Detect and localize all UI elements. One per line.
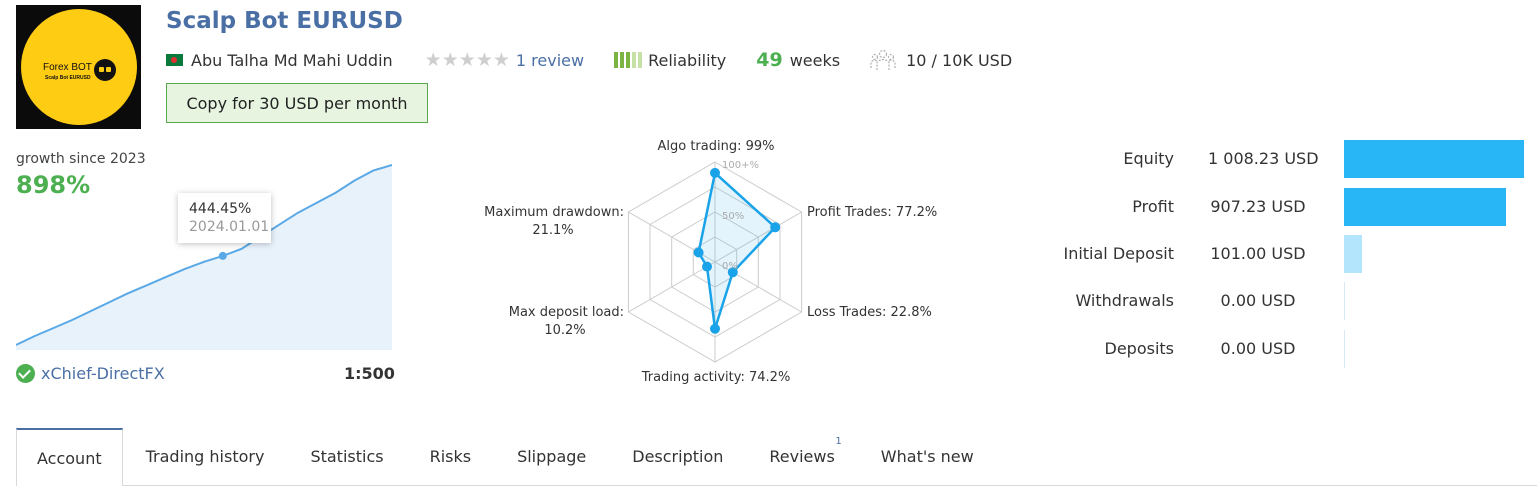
radar-point-maximum-drawdown <box>693 247 704 258</box>
equity-value: 1 008.23 USD <box>1208 149 1319 168</box>
growth-highlight-point[interactable] <box>218 251 227 260</box>
weeks-label: weeks <box>789 50 841 70</box>
radar-point-algo-trading <box>710 167 720 178</box>
verified-check-icon <box>16 364 35 383</box>
radar-label-deposit-load: Max deposit load: <box>508 305 624 320</box>
ring-label-0: 0% <box>722 261 738 272</box>
leverage-value: 1:500 <box>344 364 395 383</box>
initial-deposit-row: Initial Deposit 101.00 USD <box>1000 235 1530 275</box>
radar-label-loss: Loss Trades: 22.8% <box>807 305 932 320</box>
tab-bar: Account Trading history Statistics Risks… <box>16 428 1537 486</box>
tab-label: Statistics <box>310 447 384 466</box>
deposits-bar <box>1344 330 1345 368</box>
tab-label: What's new <box>880 447 974 466</box>
ring-label-50: 50% <box>722 211 744 222</box>
page-title: Scalp Bot EURUSD <box>166 8 403 34</box>
logo-text: Forex BOT <box>43 62 92 73</box>
star-icon: ★ <box>441 49 459 71</box>
subscribers-value: 10 / 10K USD <box>906 50 1013 70</box>
broker-name[interactable]: xChief-DirectFX <box>41 364 165 383</box>
reviews-link[interactable]: 1 review <box>516 51 584 70</box>
profit-row: Profit 907.23 USD <box>1000 188 1530 228</box>
profit-value: 907.23 USD <box>1210 197 1306 216</box>
radar-label-algo: Algo trading: 99% <box>657 139 775 154</box>
deposits-row: Deposits 0.00 USD <box>1000 330 1530 370</box>
tab-label: Reviews <box>769 447 835 466</box>
tab-label: Trading history <box>145 447 265 466</box>
star-icon: ★ <box>475 49 493 71</box>
growth-chart[interactable] <box>16 160 392 350</box>
star-icon: ★ <box>424 49 442 71</box>
radar-label-drawdown: Maximum drawdown: <box>484 205 624 220</box>
withdrawals-bar <box>1344 282 1345 320</box>
tab-trading-history[interactable]: Trading history <box>123 428 288 485</box>
tab-account[interactable]: Account <box>16 428 123 486</box>
tooltip-date: 2024.01.01 <box>189 219 270 235</box>
radar-point-profit-trades <box>770 222 781 233</box>
tab-statistics[interactable]: Statistics <box>287 428 406 485</box>
reliability-label[interactable]: Reliability <box>648 51 726 70</box>
equity-bar <box>1344 140 1524 178</box>
rating-stars: ★ ★ ★ ★ ★ <box>425 49 510 71</box>
radar-chart: 100+% 50% 0% <box>627 160 803 363</box>
copy-subscribe-button[interactable]: Copy for 30 USD per month <box>166 83 428 123</box>
radar-value-drawdown: 21.1% <box>532 223 574 238</box>
strategy-logo: Forex BOT Scalp Bot EURUSD <box>16 5 141 129</box>
radar-label-activity: Trading activity: 74.2% <box>641 370 791 385</box>
bangladesh-flag-icon <box>166 54 183 66</box>
signal-meta-row: Abu Talha Md Mahi Uddin ★ ★ ★ ★ ★ 1 revi… <box>166 48 1012 72</box>
star-icon: ★ <box>492 49 510 71</box>
robot-icon <box>94 59 116 81</box>
ring-label-100: 100+% <box>722 160 759 171</box>
logo-circle: Forex BOT Scalp Bot EURUSD <box>21 9 137 125</box>
subscribers-icon <box>870 49 896 70</box>
radar-label-profit: Profit Trades: 77.2% <box>807 205 938 220</box>
tab-slippage[interactable]: Slippage <box>494 428 609 485</box>
tab-label: Account <box>37 448 102 468</box>
tab-label: Description <box>632 447 724 466</box>
radar-polygon <box>697 170 777 330</box>
tab-reviews[interactable]: Reviews 1 <box>746 428 857 485</box>
profit-bar <box>1344 188 1506 226</box>
star-icon: ★ <box>458 49 476 71</box>
weeks-value: 49 <box>756 49 783 71</box>
equity-label: Equity <box>1123 149 1174 168</box>
withdrawals-label: Withdrawals <box>1075 291 1174 310</box>
initial-deposit-label: Initial Deposit <box>1063 244 1174 263</box>
deposits-label: Deposits <box>1104 339 1175 358</box>
deposits-value: 0.00 USD <box>1220 339 1296 358</box>
tab-risks[interactable]: Risks <box>407 428 495 485</box>
radar-value-deposit-load: 10.2% <box>544 323 586 338</box>
radar-point-max-deposit-load <box>702 261 712 272</box>
tab-whats-new[interactable]: What's new <box>858 428 997 485</box>
reliability-bars-icon <box>614 52 643 68</box>
broker-link[interactable]: xChief-DirectFX <box>16 364 165 383</box>
initial-deposit-value: 101.00 USD <box>1210 244 1306 263</box>
author-link[interactable]: Abu Talha Md Mahi Uddin <box>191 51 393 70</box>
equity-row: Equity 1 008.23 USD <box>1000 140 1530 180</box>
growth-tooltip: 444.45% 2024.01.01 <box>178 193 271 243</box>
withdrawals-row: Withdrawals 0.00 USD <box>1000 282 1530 322</box>
tooltip-value: 444.45% <box>189 201 252 217</box>
withdrawals-value: 0.00 USD <box>1220 291 1296 310</box>
reviews-count-badge: 1 <box>835 436 842 447</box>
initial-deposit-bar <box>1344 235 1362 273</box>
tab-label: Slippage <box>517 447 587 466</box>
radar-point-trading-activity <box>710 323 720 334</box>
tab-label: Risks <box>429 447 472 466</box>
logo-subtext: Scalp Bot EURUSD <box>45 75 91 81</box>
tab-description[interactable]: Description <box>609 428 746 485</box>
profit-label: Profit <box>1132 197 1174 216</box>
